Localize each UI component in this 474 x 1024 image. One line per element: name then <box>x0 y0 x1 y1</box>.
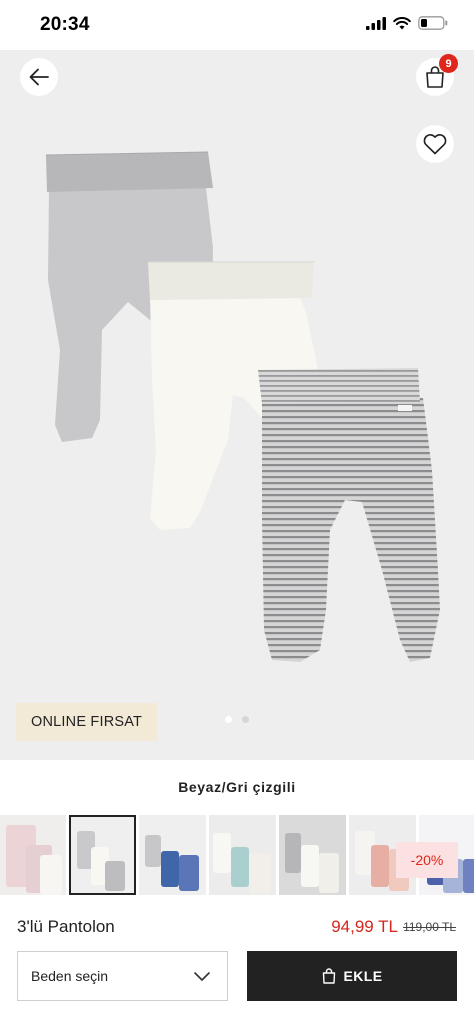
product-detail-screen: 20:34 9 ONLINE FIRSAT Beyaz/Gri çizgili … <box>0 0 474 1024</box>
wifi-icon <box>393 16 411 29</box>
selected-color-name: Beyaz/Gri çizgili <box>178 779 296 795</box>
original-price: 119,00 TL <box>403 920 456 934</box>
status-time: 20:34 <box>40 14 90 35</box>
swatch-thumbnail <box>209 815 276 895</box>
swatch-thumbnail <box>0 815 66 895</box>
product-title: 3'lü Pantolon <box>17 917 115 936</box>
battery-icon <box>418 16 448 30</box>
status-icons <box>366 16 448 30</box>
cart-button[interactable]: 9 <box>416 54 458 96</box>
color-swatch[interactable] <box>279 815 346 895</box>
add-to-cart-label: EKLE <box>343 968 383 984</box>
color-swatch[interactable] <box>209 815 276 895</box>
signal-icon <box>366 16 386 30</box>
size-select[interactable]: Beden seçin <box>17 951 228 1001</box>
size-select-label: Beden seçin <box>31 968 109 984</box>
color-swatch-selected[interactable] <box>69 815 136 895</box>
product-image <box>45 151 440 662</box>
current-price: 94,99 TL <box>331 917 398 936</box>
discount-badge: -20% <box>396 842 458 878</box>
swatch-thumbnail <box>279 815 346 895</box>
pagination-dot[interactable] <box>225 716 232 723</box>
color-swatch[interactable] <box>139 815 206 895</box>
chevron-down-icon <box>194 972 210 981</box>
swatch-thumbnail <box>139 815 206 895</box>
back-arrow-icon <box>29 68 49 86</box>
status-bar: 20:34 <box>0 0 474 50</box>
color-swatch[interactable] <box>0 815 66 895</box>
pagination-dot[interactable] <box>242 716 249 723</box>
product-image-gallery[interactable]: 9 ONLINE FIRSAT <box>0 50 474 760</box>
heart-icon <box>423 134 447 155</box>
image-pagination-dots[interactable] <box>225 716 249 723</box>
bag-icon <box>322 968 335 984</box>
cart-count-badge: 9 <box>439 54 458 73</box>
add-to-cart-button[interactable]: EKLE <box>247 951 457 1001</box>
product-info-row: 3'lü Pantolon 94,99 TL 119,00 TL <box>0 909 474 945</box>
back-button[interactable] <box>20 58 58 96</box>
swatch-thumbnail <box>71 817 134 893</box>
online-deal-tag: ONLINE FIRSAT <box>16 703 158 741</box>
favorite-button[interactable] <box>416 125 454 163</box>
